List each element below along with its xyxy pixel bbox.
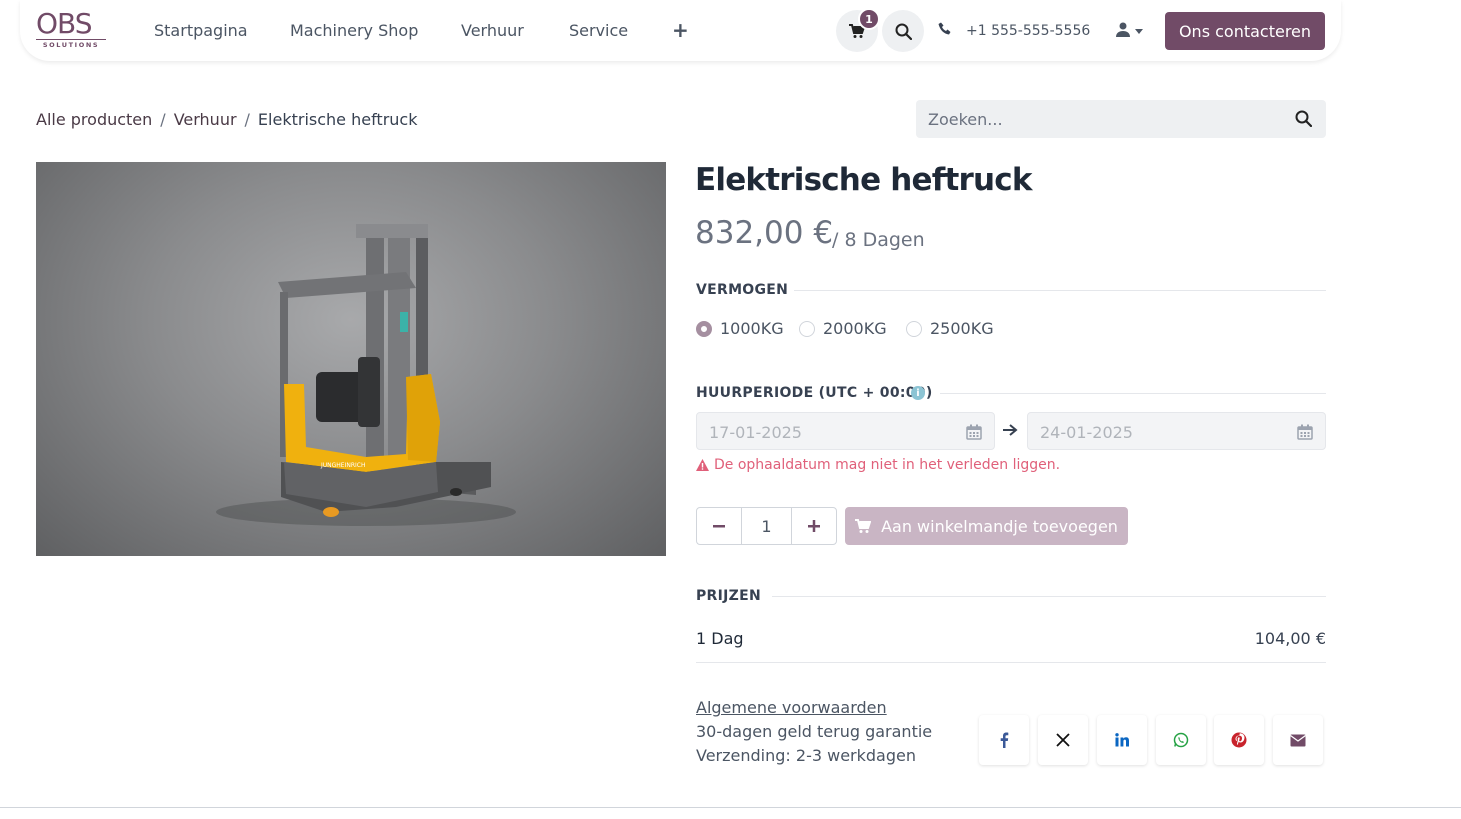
add-to-cart-label: Aan winkelmandje toevoegen — [881, 516, 1118, 536]
date-error-message: De ophaaldatum mag niet in het verleden … — [696, 457, 1060, 473]
pricing-row-period: 1 Dag — [696, 629, 744, 648]
terms-link[interactable]: Algemene voorwaarden — [696, 698, 887, 717]
quantity-stepper: 1 — [696, 507, 837, 545]
share-x-button[interactable] — [1038, 715, 1088, 765]
share-linkedin-button[interactable] — [1097, 715, 1147, 765]
share-pinterest-button[interactable] — [1214, 715, 1264, 765]
rental-period-label: HUURPERIODE (UTC + 00:00) — [696, 385, 933, 401]
breadcrumb-rental[interactable]: Verhuur — [174, 110, 237, 129]
decrease-quantity-button[interactable] — [697, 508, 741, 544]
user-icon[interactable] — [1116, 22, 1130, 37]
pricing-label: PRIJZEN — [696, 588, 761, 604]
divider — [696, 662, 1326, 663]
capacity-option-label: 2000KG — [823, 319, 887, 338]
radio-unchecked[interactable] — [799, 320, 815, 337]
error-text: De ophaaldatum mag niet in het verleden … — [714, 457, 1061, 473]
search-input[interactable] — [916, 100, 1276, 138]
divider — [772, 596, 1326, 597]
logo[interactable]: OBS SOLUTIONS — [36, 10, 108, 50]
capacity-option-2500kg[interactable]: 2500KG — [906, 319, 994, 338]
warning-icon — [696, 459, 709, 471]
divider — [794, 290, 1326, 291]
radio-checked[interactable] — [696, 320, 712, 337]
shopping-cart-icon — [855, 518, 872, 533]
capacity-option-label: 2500KG — [930, 319, 994, 338]
breadcrumb-all-products[interactable]: Alle producten — [36, 110, 152, 129]
breadcrumb-separator: / — [160, 110, 166, 129]
logo-sub-text: SOLUTIONS — [36, 39, 106, 49]
phone-number[interactable]: +1 555-555-5556 — [966, 23, 1090, 39]
capacity-option-1000kg[interactable]: 1000KG — [696, 319, 784, 338]
product-title: Elektrische heftruck — [695, 162, 1032, 198]
contact-us-button[interactable]: Ons contacteren — [1165, 12, 1325, 50]
phone-icon — [938, 22, 951, 35]
linkedin-icon — [1115, 733, 1129, 747]
calendar-icon[interactable] — [966, 424, 982, 440]
end-date-value: 24-01-2025 — [1040, 423, 1133, 442]
minus-icon — [713, 525, 726, 528]
pinterest-icon — [1231, 732, 1247, 748]
search-toggle-button[interactable] — [882, 10, 924, 52]
info-icon[interactable]: i — [911, 386, 925, 400]
plus-icon — [807, 520, 820, 532]
product-search — [916, 100, 1326, 138]
guarantee-text: 30-dagen geld terug garantie — [696, 722, 933, 741]
price-unit: / 8 Dagen — [832, 229, 925, 251]
nav-item-machinery-shop[interactable]: Machinery Shop — [290, 21, 418, 40]
breadcrumb-current: Elektrische heftruck — [257, 110, 418, 129]
nav-item-verhuur[interactable]: Verhuur — [461, 21, 524, 40]
logo-main-text: OBS — [36, 7, 93, 40]
share-whatsapp-button[interactable] — [1156, 715, 1206, 765]
x-icon — [1056, 733, 1070, 747]
quantity-input[interactable]: 1 — [741, 508, 792, 544]
share-email-button[interactable] — [1273, 715, 1323, 765]
brand-label: JUNGHEINRICH — [320, 462, 366, 469]
capacity-option-label: 1000KG — [720, 319, 784, 338]
cart-count-badge: 1 — [858, 8, 880, 30]
whatsapp-icon — [1173, 732, 1189, 748]
nav-item-service[interactable]: Service — [569, 21, 628, 40]
rental-end-date-field[interactable]: 24-01-2025 — [1027, 412, 1326, 450]
footer-divider — [0, 807, 1461, 808]
search-icon — [895, 23, 912, 40]
add-to-cart-button[interactable]: Aan winkelmandje toevoegen — [845, 507, 1128, 545]
pricing-row-price: 104,00 € — [1254, 629, 1326, 648]
top-navbar: OBS SOLUTIONS Startpagina Machinery Shop… — [20, 0, 1341, 61]
capacity-option-2000kg[interactable]: 2000KG — [799, 319, 887, 338]
forklift-illustration: JUNGHEINRICH — [216, 224, 516, 526]
product-price: 832,00 € — [695, 215, 834, 251]
shipping-text: Verzending: 2-3 werkdagen — [696, 746, 916, 765]
nav-more-button[interactable]: + — [672, 18, 689, 42]
divider — [940, 393, 1326, 394]
product-image[interactable]: JUNGHEINRICH — [36, 162, 666, 556]
calendar-icon[interactable] — [1297, 424, 1313, 440]
search-icon[interactable] — [1295, 110, 1312, 127]
breadcrumb: Alle producten / Verhuur / Elektrische h… — [36, 110, 417, 129]
arrow-right-icon — [1003, 424, 1018, 436]
envelope-icon — [1290, 734, 1306, 746]
share-facebook-button[interactable] — [979, 715, 1029, 765]
chevron-down-icon[interactable] — [1135, 29, 1143, 34]
radio-unchecked[interactable] — [906, 320, 922, 337]
increase-quantity-button[interactable] — [792, 508, 836, 544]
start-date-value: 17-01-2025 — [709, 423, 802, 442]
facebook-icon — [1000, 732, 1009, 748]
nav-item-startpagina[interactable]: Startpagina — [154, 21, 248, 40]
breadcrumb-separator: / — [244, 110, 250, 129]
capacity-label: VERMOGEN — [696, 282, 789, 298]
rental-start-date-field[interactable]: 17-01-2025 — [696, 412, 995, 450]
